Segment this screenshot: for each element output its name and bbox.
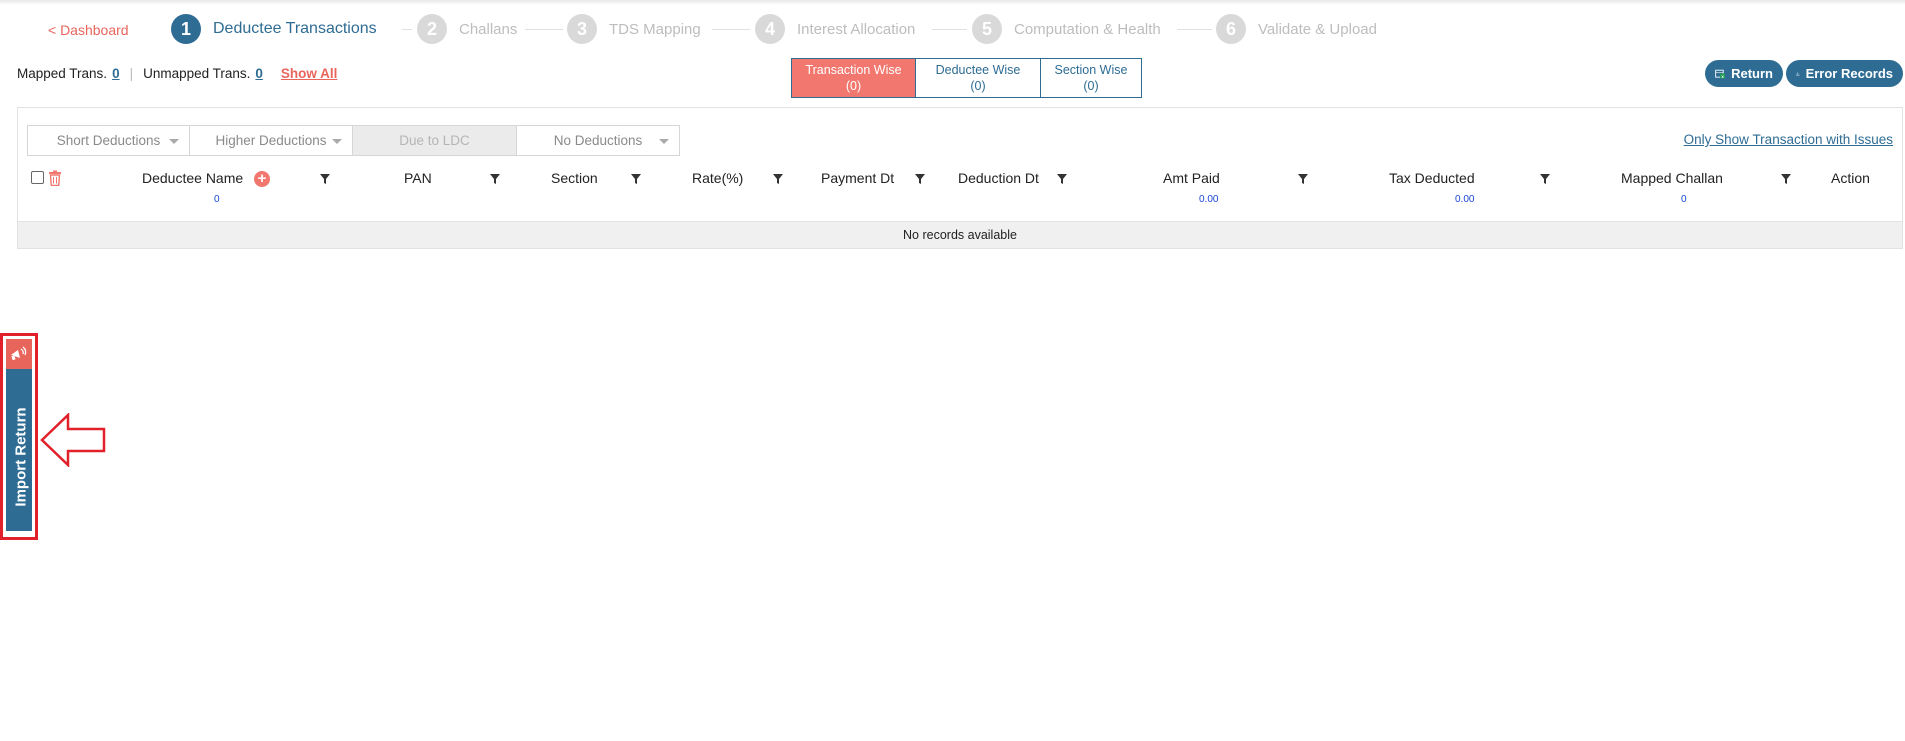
add-deductee-button[interactable]: + (254, 171, 270, 187)
mapped-label: Mapped Trans. (17, 66, 108, 81)
step-number: 5 (972, 14, 1002, 44)
filter-icon[interactable] (1057, 174, 1067, 184)
announcement-icon-box (6, 339, 32, 369)
filter-icon[interactable] (631, 174, 641, 184)
summary-separator: | (129, 66, 134, 81)
step-number: 2 (417, 14, 447, 44)
import-return-label: Import Return (12, 407, 30, 507)
step-tds-mapping[interactable]: 3 TDS Mapping (567, 14, 701, 44)
filter-icon[interactable] (320, 174, 330, 184)
wizard-stepper: < Dashboard 1 Deductee Transactions 2 Ch… (0, 12, 1905, 48)
step-connector (525, 29, 563, 30)
step-challans[interactable]: 2 Challans (417, 14, 517, 44)
excel-icon: x (1715, 69, 1726, 78)
col-deductee-name[interactable]: Deductee Name (142, 170, 243, 186)
col-tax-deducted[interactable]: Tax Deducted (1389, 170, 1475, 186)
tax-deducted-total: 0.00 (1455, 194, 1475, 205)
view-mode-tabs: Transaction Wise (0) Deductee Wise (0) S… (791, 58, 1142, 98)
transactions-grid: Short Deductions Higher Deductions Due t… (17, 107, 1903, 249)
filter-icon[interactable] (490, 174, 500, 184)
tab-label: Section Wise (1054, 63, 1128, 77)
step-number: 1 (171, 14, 201, 44)
import-return-side-tab[interactable]: Import Return (0, 333, 38, 540)
dropdown-label: Due to LDC (399, 133, 470, 148)
col-deduction-dt[interactable]: Deduction Dt (958, 170, 1039, 186)
error-records-button[interactable]: Error Records (1786, 60, 1903, 87)
chevron-down-icon (659, 139, 669, 144)
filter-icon[interactable] (1540, 174, 1550, 184)
step-connector (932, 29, 967, 30)
step-computation-health[interactable]: 5 Computation & Health (972, 14, 1161, 44)
tab-label: Transaction Wise (805, 63, 902, 77)
deductee-count-total: 0 (214, 194, 220, 205)
col-payment-dt[interactable]: Payment Dt (821, 170, 894, 186)
step-number: 4 (755, 14, 785, 44)
empty-table-message: No records available (18, 221, 1902, 248)
step-number: 6 (1216, 14, 1246, 44)
step-connector (712, 29, 750, 30)
pointer-arrow-icon (40, 413, 106, 467)
tab-count: (0) (845, 79, 862, 93)
short-deductions-dropdown[interactable]: Short Deductions (27, 125, 190, 156)
step-connector (402, 29, 412, 30)
step-label: Interest Allocation (797, 20, 916, 38)
tab-label: Deductee Wise (935, 63, 1021, 77)
chevron-down-icon (332, 139, 342, 144)
step-connector (1177, 29, 1212, 30)
step-interest-allocation[interactable]: 4 Interest Allocation (755, 14, 915, 44)
tab-transaction-wise[interactable]: Transaction Wise (0) (791, 58, 916, 98)
tab-section-wise[interactable]: Section Wise (0) (1041, 58, 1142, 98)
step-label: Validate & Upload (1258, 20, 1377, 38)
import-return-body: Import Return (6, 369, 32, 531)
col-section[interactable]: Section (551, 170, 598, 186)
dropdown-label: No Deductions (553, 133, 643, 148)
return-button-label: Return (1731, 66, 1773, 81)
mapped-count-link[interactable]: 0 (112, 66, 120, 81)
megaphone-icon (11, 346, 27, 361)
col-rate[interactable]: Rate(%) (692, 170, 743, 186)
step-label: Challans (459, 20, 518, 38)
mapping-summary: Mapped Trans. 0 | Unmapped Trans. 0 Show… (17, 66, 337, 81)
show-all-link[interactable]: Show All (281, 66, 338, 81)
step-deductee-transactions[interactable]: 1 Deductee Transactions (171, 14, 377, 44)
col-mapped-challan[interactable]: Mapped Challan (1621, 170, 1723, 186)
back-to-dashboard-link[interactable]: < Dashboard (48, 22, 129, 38)
unmapped-label: Unmapped Trans. (143, 66, 251, 81)
step-validate-upload[interactable]: 6 Validate & Upload (1216, 14, 1377, 44)
mapped-challan-total: 0 (1681, 194, 1687, 205)
unmapped-count-link[interactable]: 0 (255, 66, 263, 81)
tab-deductee-wise[interactable]: Deductee Wise (0) (916, 58, 1041, 98)
col-pan[interactable]: PAN (404, 170, 432, 186)
amt-paid-total: 0.00 (1199, 194, 1219, 205)
chevron-down-icon (169, 139, 179, 144)
error-records-label: Error Records (1805, 66, 1893, 81)
col-action: Action (1831, 170, 1870, 186)
deduction-filters: Short Deductions Higher Deductions Due t… (27, 125, 680, 156)
step-label: TDS Mapping (609, 20, 701, 38)
filter-icon[interactable] (773, 174, 783, 184)
higher-deductions-dropdown[interactable]: Higher Deductions (190, 125, 353, 156)
dropdown-label: Short Deductions (56, 133, 161, 148)
step-label: Computation & Health (1014, 20, 1161, 38)
filter-icon[interactable] (1298, 174, 1308, 184)
filter-icon[interactable] (1781, 174, 1791, 184)
filter-icon[interactable] (915, 174, 925, 184)
download-icon (1796, 71, 1800, 76)
step-label: Deductee Transactions (213, 20, 377, 37)
tab-count: (0) (970, 79, 986, 93)
return-button[interactable]: x Return (1705, 60, 1783, 87)
tab-count: (0) (1083, 79, 1099, 93)
step-number: 3 (567, 14, 597, 44)
col-amt-paid[interactable]: Amt Paid (1163, 170, 1220, 186)
no-deductions-dropdown[interactable]: No Deductions (517, 125, 680, 156)
due-to-ldc-dropdown: Due to LDC (353, 125, 517, 156)
only-issues-link[interactable]: Only Show Transaction with Issues (1684, 132, 1893, 147)
table-header: Deductee Name PAN Section Rate(%) Paymen… (18, 168, 1902, 188)
dropdown-label: Higher Deductions (215, 133, 327, 148)
top-shadow (0, 0, 1905, 5)
